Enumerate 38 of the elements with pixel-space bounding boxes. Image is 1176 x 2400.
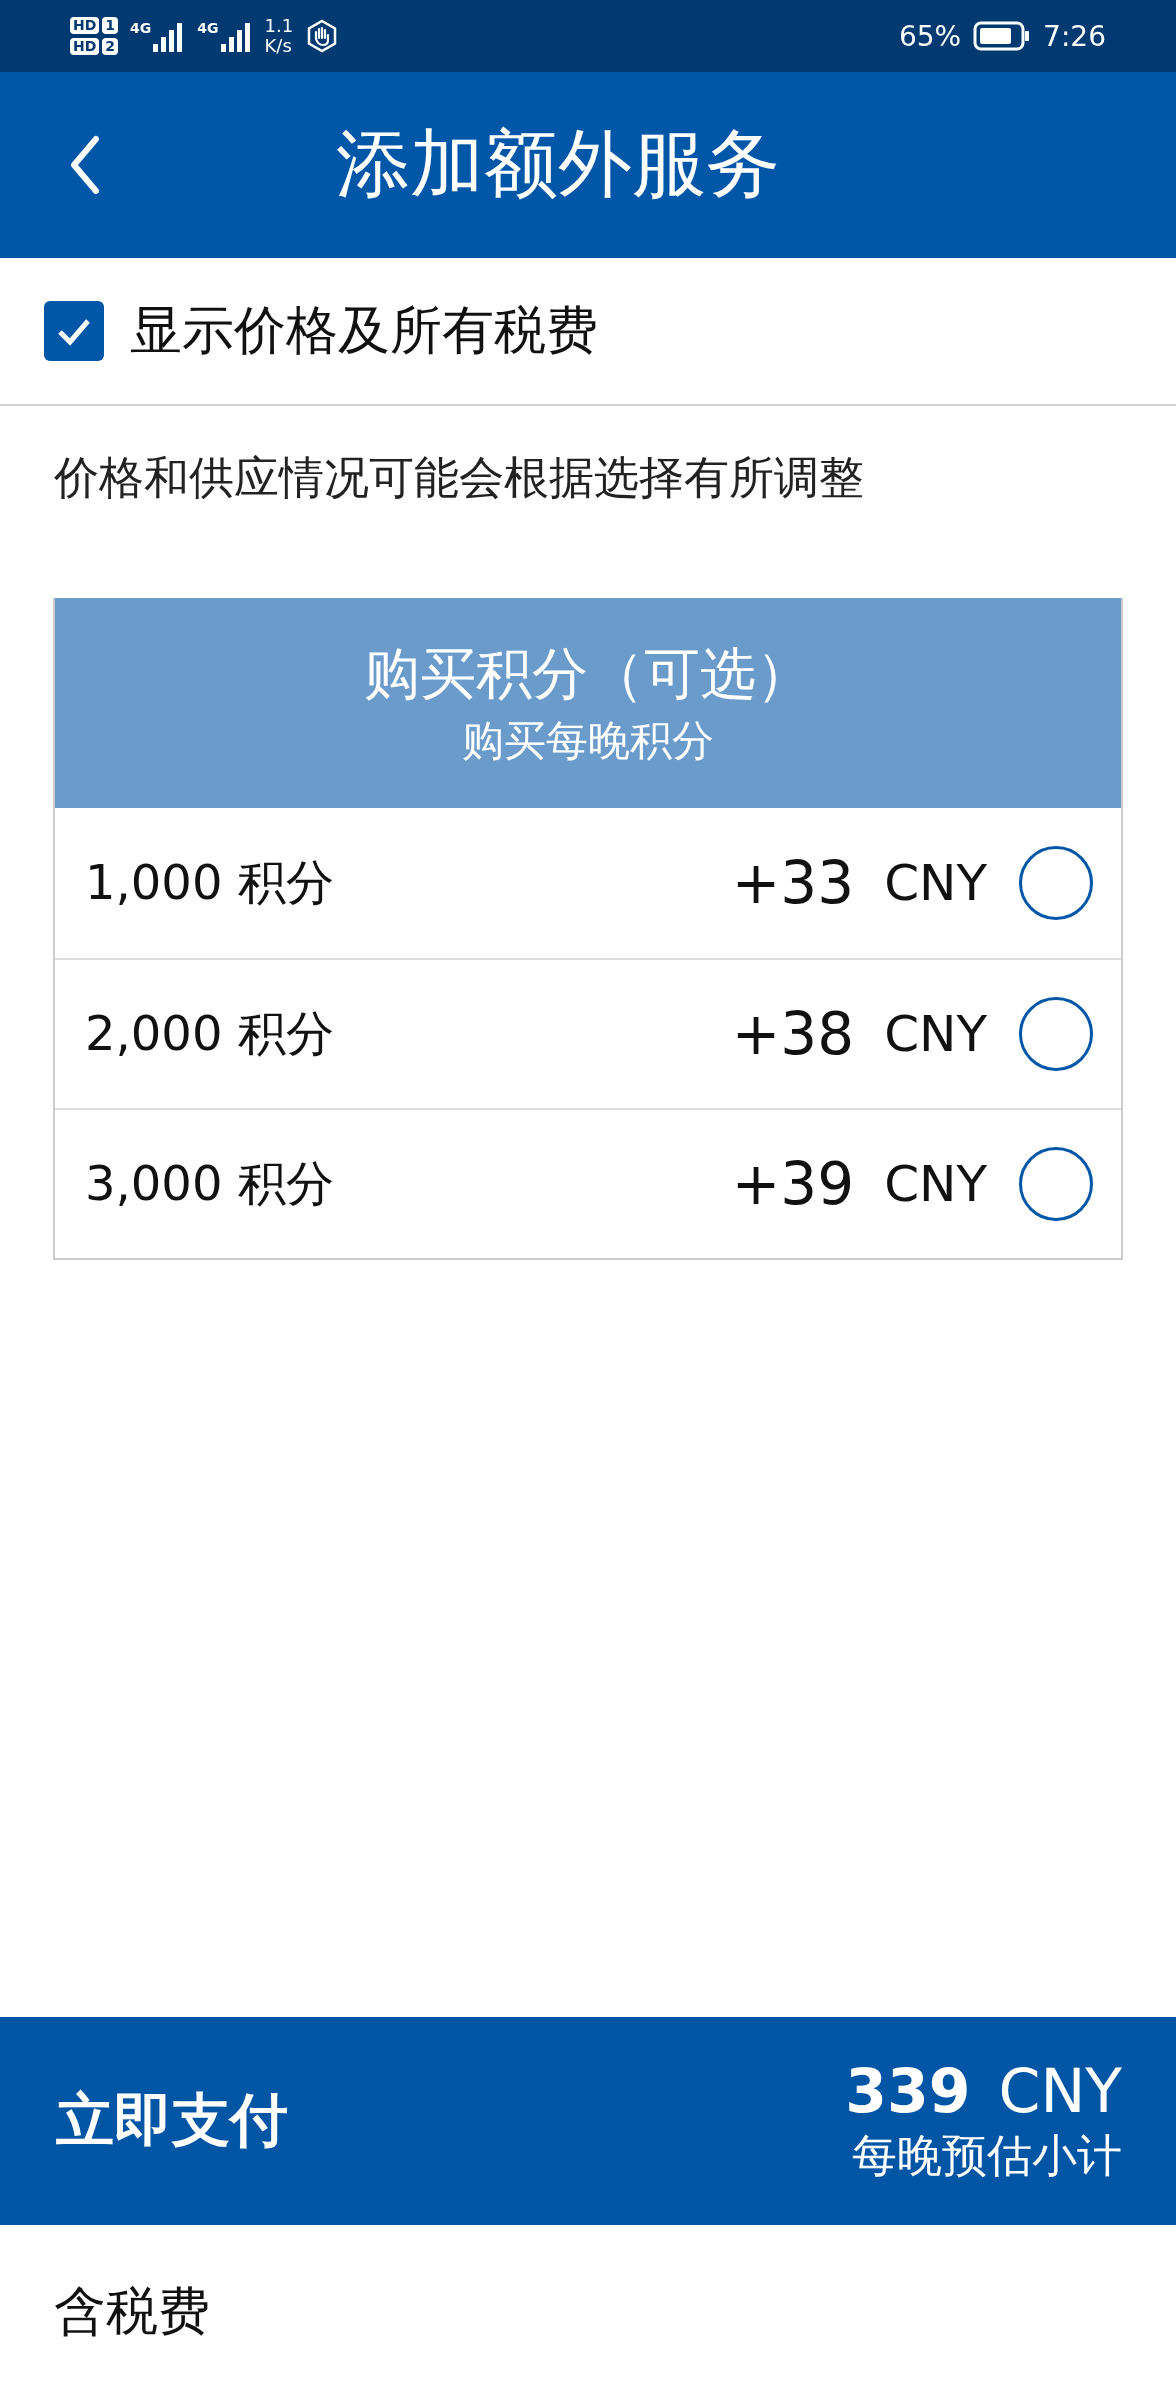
speed-value: 1.1 bbox=[264, 16, 294, 36]
battery-percent: 65% bbox=[898, 19, 962, 53]
option-row[interactable]: 2,000 积分 +38 CNY bbox=[55, 958, 1121, 1108]
price-text: +33 bbox=[731, 849, 855, 917]
speed-unit: K/s bbox=[264, 36, 293, 56]
currency-text: CNY bbox=[884, 1155, 987, 1213]
price-text: +39 bbox=[731, 1150, 855, 1218]
network-label: 4G bbox=[197, 20, 219, 36]
price-text: +38 bbox=[731, 1000, 855, 1068]
sim-slot-badge: 2 bbox=[102, 38, 119, 55]
radio-button[interactable] bbox=[1019, 846, 1093, 920]
signal-icon bbox=[218, 20, 253, 52]
page-title: 添加额外服务 bbox=[335, 119, 781, 208]
card-title: 购买积分（可选） bbox=[364, 640, 812, 708]
points-label: 3,000 积分 bbox=[85, 1154, 335, 1213]
network-label: 4G bbox=[130, 20, 152, 36]
points-label: 1,000 积分 bbox=[85, 853, 335, 912]
currency-text: CNY bbox=[884, 854, 987, 912]
card-subtitle: 购买每晚积分 bbox=[462, 715, 714, 767]
clock-time: 7:26 bbox=[1043, 19, 1106, 53]
pay-button[interactable]: 立即支付 bbox=[56, 2082, 288, 2160]
tax-note: 含税费 bbox=[54, 2280, 211, 2343]
radio-button[interactable] bbox=[1019, 1147, 1093, 1221]
currency-text: CNY bbox=[884, 1005, 987, 1063]
checkbox-label: 显示价格及所有税费 bbox=[130, 299, 598, 362]
checkbox[interactable] bbox=[44, 301, 104, 361]
sim-slot-badge: 1 bbox=[102, 17, 119, 34]
sim-badge: HD bbox=[70, 17, 100, 34]
option-row[interactable]: 1,000 积分 +33 CNY bbox=[55, 808, 1121, 958]
battery-icon bbox=[973, 21, 1032, 51]
points-label: 2,000 积分 bbox=[85, 1004, 335, 1063]
radio-button[interactable] bbox=[1019, 997, 1093, 1071]
notice-text: 价格和供应情况可能会根据选择有所调整 bbox=[54, 450, 865, 506]
total-amount: 339 bbox=[845, 2056, 971, 2126]
total-caption: 每晚预估小计 bbox=[852, 2128, 1122, 2184]
option-row[interactable]: 3,000 积分 +39 CNY bbox=[55, 1108, 1121, 1258]
sim-badge: HD bbox=[70, 38, 100, 55]
total-currency: CNY bbox=[998, 2056, 1122, 2126]
